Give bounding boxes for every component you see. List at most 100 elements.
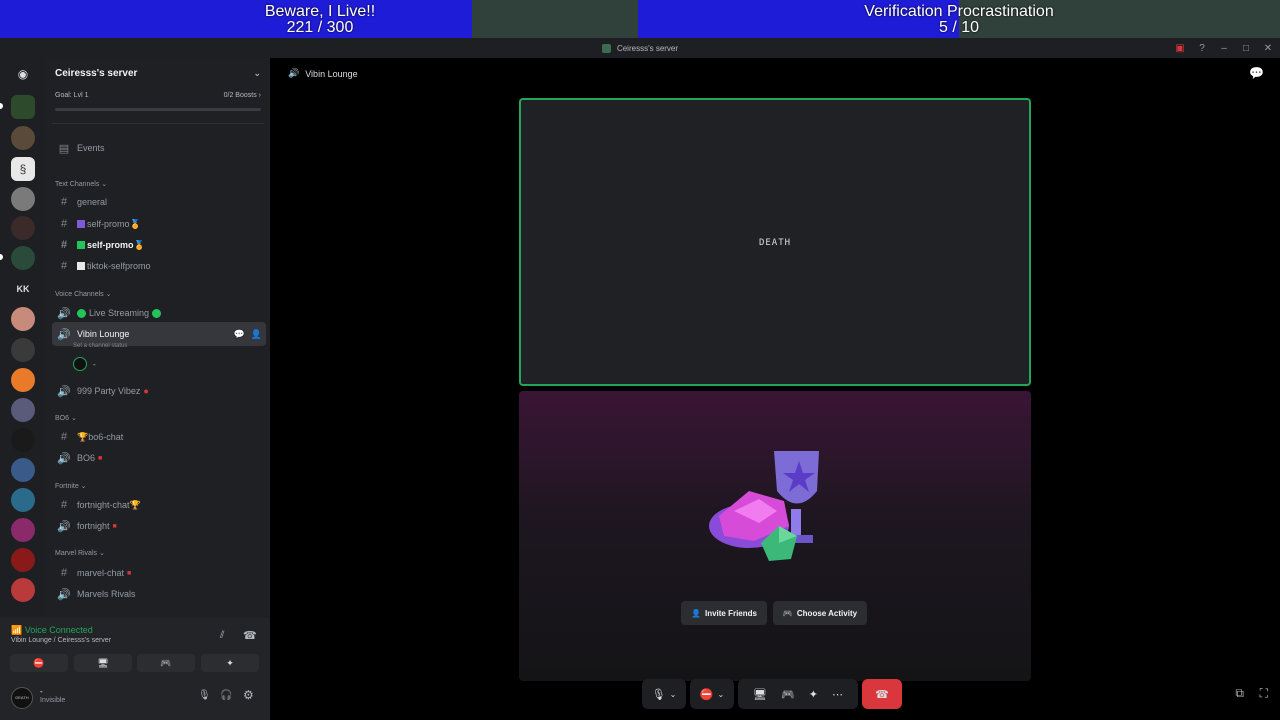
voice-location[interactable]: Vibin Lounge / Ceiresss's server: [11, 637, 111, 644]
channel-bo6-chat[interactable]: # 🏆 bo6-chat: [52, 427, 266, 447]
mic-icon[interactable]: 🎙: [198, 690, 211, 701]
choose-activity-button[interactable]: 🎮 Choose Activity: [773, 601, 867, 625]
channel-self-promo-2[interactable]: # self-promo 🏅: [52, 235, 266, 255]
camera-toggle-button[interactable]: ⛔ ⌄: [690, 679, 734, 709]
fullscreen-icon[interactable]: ⛶: [1260, 686, 1268, 701]
goal-bar-1: Beware, I Live!! 221 / 300: [0, 0, 640, 38]
chevron-down-icon: ⌄: [669, 689, 677, 699]
mic-toggle-button[interactable]: 🎙 ⌄: [642, 679, 686, 709]
add-user-icon[interactable]: 👤: [251, 329, 262, 340]
server-icon-5[interactable]: [11, 216, 35, 240]
server-icon-15[interactable]: [11, 518, 35, 542]
close-button[interactable]: ✕: [1260, 40, 1276, 56]
server-icon-2[interactable]: [11, 126, 35, 150]
server-header[interactable]: Ceiresss's server ⌄: [46, 58, 270, 88]
speaker-icon: 🔊: [288, 68, 300, 78]
discord-home-icon[interactable]: ◉: [11, 62, 35, 86]
signal-icon: 📶: [11, 625, 23, 635]
speaker-icon: 🔊: [57, 520, 71, 533]
user-name[interactable]: -: [40, 687, 43, 696]
server-icon-kk[interactable]: KK: [11, 277, 35, 301]
channel-marvel-voice[interactable]: 🔊 Marvels Rivals: [52, 584, 266, 604]
hangup-icon: ☎: [875, 688, 889, 701]
user-avatar[interactable]: DEATH: [11, 687, 33, 709]
camera-button[interactable]: ⛔: [10, 654, 68, 672]
activity-button[interactable]: 🎮: [137, 654, 195, 672]
voice-connected-status[interactable]: 📶 Voice Connected: [11, 625, 93, 636]
category-fortnite[interactable]: Fortnite ⌄: [55, 482, 87, 490]
channel-general[interactable]: # general: [52, 192, 266, 212]
screen-share-icon: 🖥: [97, 657, 109, 668]
avatar: [73, 357, 87, 371]
channel-sidebar: Ceiresss's server ⌄ Goal: Lvl 1 0/2 Boos…: [46, 58, 270, 618]
speaker-icon: 🔊: [57, 385, 71, 398]
window-title: Ceiresss's server: [616, 43, 679, 53]
add-user-icon: 👤: [691, 608, 701, 618]
channel-fortnite-chat[interactable]: # fortnight-chat 🏆: [52, 495, 266, 515]
popout-icon[interactable]: ⧉: [1235, 686, 1244, 701]
voice-channel-header: 🔊 Vibin Lounge: [288, 68, 358, 79]
chat-icon[interactable]: 💬: [234, 329, 245, 340]
channel-party-vibez[interactable]: 🔊 999 Party Vibez ●: [52, 381, 266, 401]
hash-icon: #: [60, 499, 68, 511]
server-icon-12[interactable]: [11, 428, 35, 452]
screen-share-button[interactable]: 🖥: [74, 654, 132, 672]
participant-tile[interactable]: DEATH: [519, 98, 1031, 386]
hash-icon: #: [60, 260, 68, 272]
server-icon-13[interactable]: [11, 458, 35, 482]
noise-suppression-icon[interactable]: ⫽: [220, 630, 224, 641]
server-icon-8[interactable]: [11, 307, 35, 331]
inbox-icon[interactable]: ▣: [1172, 40, 1188, 56]
voice-stage: 🔊 Vibin Lounge 💬 DEATH 👤 Invite Friends …: [270, 58, 1280, 720]
activity-tile: 👤 Invite Friends 🎮 Choose Activity: [519, 391, 1031, 681]
leave-call-button[interactable]: ☎: [862, 679, 902, 709]
camera-off-icon: ⛔: [33, 657, 45, 668]
gear-icon[interactable]: ⚙: [243, 688, 254, 702]
category-text-channels[interactable]: Text Channels ⌄: [55, 180, 107, 188]
channel-marvel-chat[interactable]: # marvel-chat ■: [52, 563, 266, 583]
category-voice-channels[interactable]: Voice Channels ⌄: [55, 290, 111, 298]
chevron-down-icon: ⌄: [717, 689, 725, 699]
user-status: Invisible: [40, 697, 66, 704]
events-item[interactable]: ▤ Events: [52, 138, 266, 158]
title-bar: Ceiresss's server ▣ ? – □ ✕: [0, 38, 1280, 58]
server-icon-10[interactable]: [11, 368, 35, 392]
channel-self-promo-1[interactable]: # self-promo 🏅: [52, 214, 266, 234]
channel-fortnite-voice[interactable]: 🔊 fortnight ■: [52, 516, 266, 536]
channel-title: Vibin Lounge: [305, 68, 358, 79]
server-icon-11[interactable]: [11, 398, 35, 422]
chevron-down-icon: ⌄: [253, 67, 261, 78]
trophy-icon: 🏆: [77, 431, 89, 442]
server-goal[interactable]: Goal: Lvl 1 0/2 Boosts ›: [46, 92, 270, 111]
server-icon-16[interactable]: [11, 548, 35, 572]
server-icon-17[interactable]: [11, 578, 35, 602]
minimize-button[interactable]: –: [1216, 40, 1232, 56]
disconnect-icon[interactable]: ☎: [243, 629, 257, 642]
medal-icon: 🏅: [133, 239, 145, 250]
help-icon[interactable]: ?: [1194, 40, 1210, 56]
voice-user[interactable]: -: [73, 357, 96, 371]
server-icon-1[interactable]: [11, 95, 35, 119]
invite-friends-button[interactable]: 👤 Invite Friends: [681, 601, 767, 625]
headphones-icon[interactable]: 🎧: [220, 690, 232, 701]
server-icon-6[interactable]: [11, 246, 35, 270]
channel-status-hint[interactable]: Set a channel status: [73, 343, 127, 349]
channel-bo6-voice[interactable]: 🔊 BO6 ■: [52, 448, 266, 468]
soundboard-button[interactable]: ✦: [201, 654, 259, 672]
maximize-button[interactable]: □: [1238, 40, 1254, 56]
camera-off-icon: ⛔: [699, 688, 714, 701]
chat-icon[interactable]: 💬: [1249, 66, 1264, 80]
category-marvel-rivals[interactable]: Marvel Rivals ⌄: [55, 549, 105, 557]
speaker-icon: 🔊: [57, 452, 71, 465]
speaker-icon: 🔊: [57, 307, 71, 320]
server-icon-9[interactable]: [11, 338, 35, 362]
server-icon-14[interactable]: [11, 488, 35, 512]
channel-tiktok-selfpromo[interactable]: # tiktok-selfpromo: [52, 256, 266, 276]
category-bo6[interactable]: BO6 ⌄: [55, 414, 77, 422]
goal-label: Goal: Lvl 1: [55, 92, 89, 99]
server-icon-3[interactable]: §: [11, 157, 35, 181]
screen-share-button[interactable]: 🖥 🎮 ✦ ⋯: [738, 679, 858, 709]
participant-label: DEATH: [758, 238, 792, 248]
server-icon-4[interactable]: [11, 187, 35, 211]
channel-live-streaming[interactable]: 🔊 Live Streaming: [52, 303, 266, 323]
